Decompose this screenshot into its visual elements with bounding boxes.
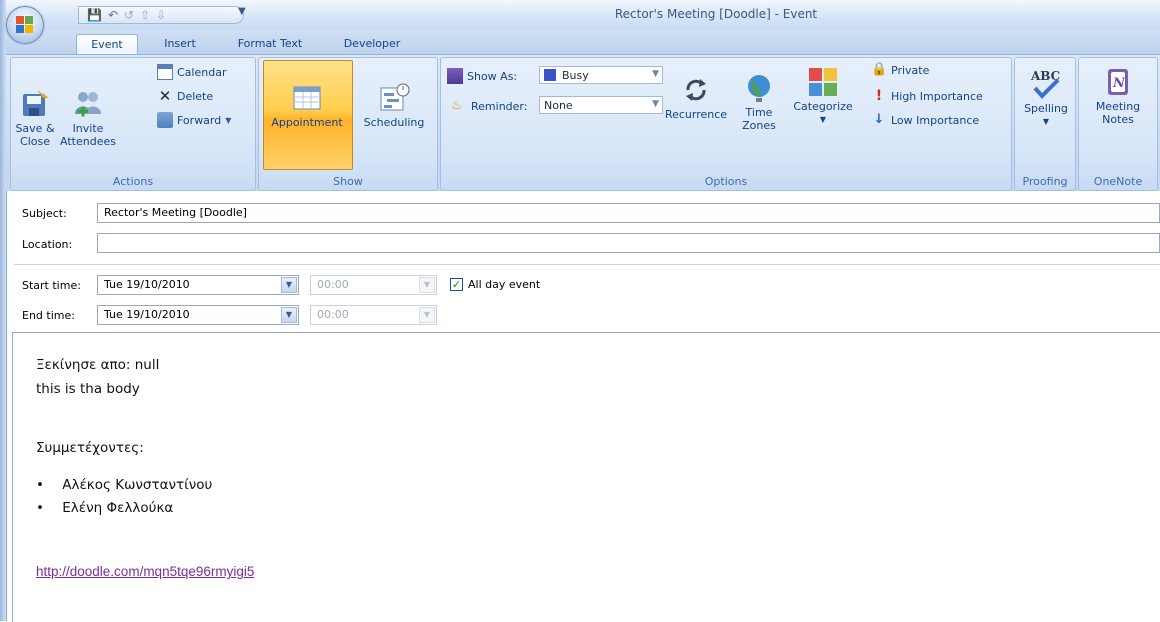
show-as-dropdown-icon: ▼ <box>652 69 659 79</box>
participant-list-item: • Αλέκος Κωνσταντίνου <box>36 477 213 493</box>
doodle-link[interactable]: http://doodle.com/mqn5tqe96rmyigi5 <box>36 564 254 579</box>
reminder-label: ♨ Reminder: <box>451 98 528 113</box>
title-bar: 💾 ↶ ↺ ⇧ ⇩ ▼ Rector's Meeting [Doodle] - … <box>6 0 1160 30</box>
tab-developer[interactable]: Developer <box>332 34 412 54</box>
low-importance-button[interactable]: ↓ Low Importance <box>871 112 980 128</box>
start-date-select[interactable]: Tue 19/10/2010 ▼ <box>97 275 299 295</box>
spelling-icon: ABC <box>1030 69 1060 99</box>
tab-format-text[interactable]: Format Text <box>224 34 316 54</box>
recurrence-button[interactable]: Recurrence <box>663 74 729 121</box>
categorize-dropdown-icon: ▼ <box>819 115 827 124</box>
window-title: Rector's Meeting [Doodle] - Event <box>614 7 818 21</box>
ribbon-tab-bar: Event Insert Format Text Developer <box>6 30 1160 56</box>
save-close-icon <box>23 90 49 116</box>
delete-icon: ✕ <box>158 87 172 105</box>
save-close-button[interactable]: Save & Close <box>15 88 55 148</box>
show-group: Appointment Scheduling Show <box>258 57 438 191</box>
show-as-select[interactable]: Busy ▼ <box>539 66 663 84</box>
options-group-label: Options <box>704 175 748 188</box>
redo-icon[interactable]: ↺ <box>124 8 134 22</box>
reminder-bell-icon: ♨ <box>451 98 463 113</box>
delete-button[interactable]: ✕ Delete <box>157 88 213 104</box>
actions-group-label: Actions <box>112 175 154 188</box>
onenote-icon: N <box>1108 69 1128 95</box>
show-as-label: Show As: <box>447 68 517 84</box>
office-logo-icon <box>16 16 34 34</box>
start-date-dropdown-icon[interactable]: ▼ <box>281 277 297 293</box>
form-separator <box>14 264 1160 265</box>
subject-field[interactable]: Rector's Meeting [Doodle] <box>97 203 1160 223</box>
show-as-icon <box>447 68 463 84</box>
reminder-dropdown-icon: ▼ <box>652 99 659 109</box>
forward-icon <box>157 112 173 128</box>
categorize-icon <box>809 68 837 96</box>
meeting-notes-button[interactable]: N Meeting Notes <box>1085 66 1151 126</box>
onenote-group: N Meeting Notes OneNote <box>1078 57 1158 191</box>
all-day-checkbox[interactable]: ✓ <box>450 278 463 291</box>
start-time-label: Start time: <box>22 279 81 292</box>
body-line-started: Ξεκίνησε απο: null <box>36 357 160 373</box>
scheduling-button[interactable]: Scheduling <box>355 82 433 129</box>
busy-color-icon <box>544 69 556 81</box>
end-time-label: End time: <box>22 309 75 322</box>
exclamation-icon: ! <box>875 88 883 104</box>
time-zones-button[interactable]: Time Zones <box>737 72 781 132</box>
next-item-icon[interactable]: ⇩ <box>156 8 166 22</box>
subject-label: Subject: <box>22 207 67 220</box>
actions-group: Save & Close Invite Attendees Calendar ✕… <box>10 57 256 191</box>
spelling-dropdown-icon: ▼ <box>1042 117 1050 126</box>
scheduling-icon <box>380 83 410 111</box>
start-time-dropdown-icon: ▼ <box>419 277 435 293</box>
end-date-dropdown-icon[interactable]: ▼ <box>281 307 297 323</box>
svg-text:N: N <box>1112 76 1126 91</box>
private-button[interactable]: 🔒 Private <box>871 62 929 78</box>
show-group-label: Show <box>333 175 363 188</box>
undo-icon[interactable]: ↶ <box>108 8 118 22</box>
proofing-group: ABC Spelling ▼ Proofing <box>1014 57 1076 191</box>
globe-icon <box>748 75 770 102</box>
categorize-button[interactable]: Categorize ▼ <box>787 66 859 126</box>
all-day-label: All day event <box>468 278 541 291</box>
forward-button[interactable]: Forward ▼ <box>157 112 231 128</box>
location-field[interactable] <box>97 233 1160 253</box>
calendar-button[interactable]: Calendar <box>157 64 226 80</box>
tab-event[interactable]: Event <box>76 34 138 56</box>
spelling-button[interactable]: ABC Spelling ▼ <box>1017 66 1075 128</box>
forward-dropdown-icon[interactable]: ▼ <box>225 116 231 125</box>
high-importance-button[interactable]: ! High Importance <box>871 88 983 104</box>
reminder-select[interactable]: None ▼ <box>539 96 663 114</box>
bullet-icon: • <box>36 477 44 493</box>
invite-attendees-button[interactable]: Invite Attendees <box>59 88 117 148</box>
location-label: Location: <box>22 238 73 251</box>
invite-attendees-icon <box>75 92 101 117</box>
appointment-icon <box>293 86 321 110</box>
quick-access-toolbar: 💾 ↶ ↺ ⇧ ⇩ <box>78 6 244 24</box>
start-time-select: 00:00 ▼ <box>310 275 437 295</box>
previous-item-icon[interactable]: ⇧ <box>140 8 150 22</box>
lock-icon: 🔒 <box>871 62 888 77</box>
end-date-select[interactable]: Tue 19/10/2010 ▼ <box>97 305 299 325</box>
save-icon[interactable]: 💾 <box>87 8 102 22</box>
recurrence-icon <box>686 79 706 101</box>
participant-list-item: • Ελένη Φελλούκα <box>36 500 174 516</box>
end-time-dropdown-icon: ▼ <box>419 307 435 323</box>
tab-insert[interactable]: Insert <box>150 34 210 54</box>
end-time-select: 00:00 ▼ <box>310 305 437 325</box>
participants-heading: Συμμετέχοντες: <box>36 440 144 456</box>
ribbon: Save & Close Invite Attendees Calendar ✕… <box>6 54 1160 191</box>
down-arrow-icon: ↓ <box>873 112 885 127</box>
proofing-group-label: Proofing <box>1022 175 1068 188</box>
calendar-icon <box>157 64 173 80</box>
office-button[interactable] <box>6 6 44 44</box>
body-line-text: this is tha body <box>36 381 140 397</box>
appointment-label-block: Appointment <box>263 82 351 129</box>
options-group: Show As: Busy ▼ ♨ Reminder: None ▼ Recur… <box>440 57 1012 191</box>
bullet-icon: • <box>36 500 44 516</box>
onenote-group-label: OneNote <box>1093 175 1143 188</box>
customize-qat-icon[interactable]: ▼ <box>238 6 246 17</box>
